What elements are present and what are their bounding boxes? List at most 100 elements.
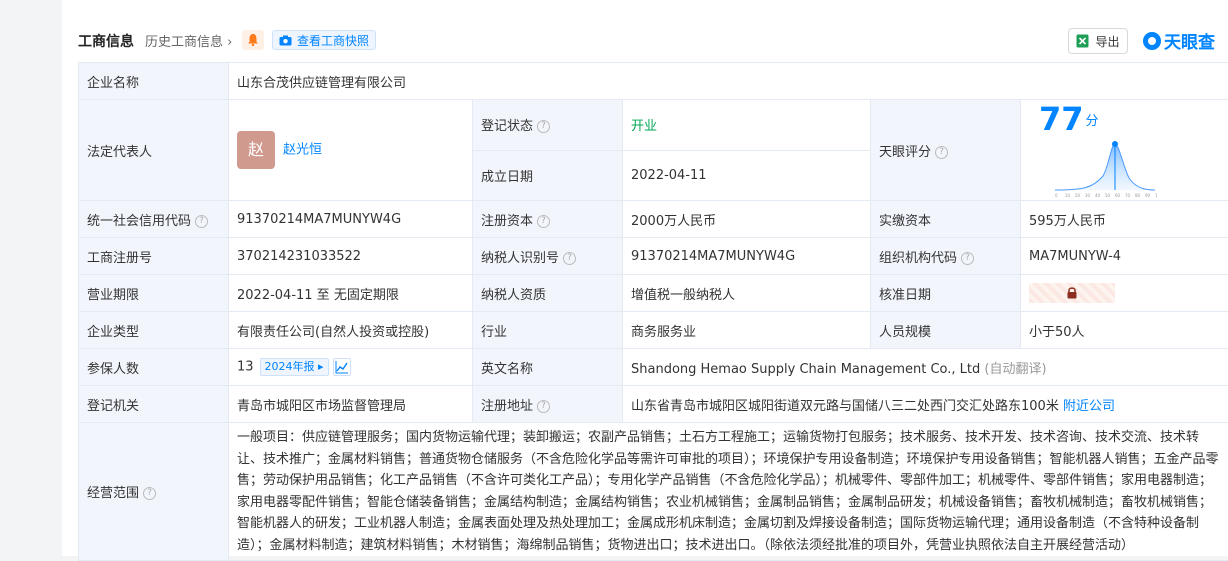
export-label: 导出 — [1095, 33, 1119, 50]
reg-address-cell: 山东省青岛市城阳区城阳街道双元路与国储八三二处西门交汇处路东100米 附近公司 — [623, 386, 1228, 423]
org-code-label: 组织机构代码 — [879, 251, 957, 266]
table-row: 企业名称 山东合茂供应链管理有限公司 — [79, 63, 1228, 100]
help-icon[interactable]: ? — [563, 252, 576, 265]
business-info-table: 企业名称 山东合茂供应链管理有限公司 法定代表人 赵赵光恒 登记状态? 开业 天… — [78, 62, 1228, 561]
approval-date-label: 核准日期 — [871, 275, 1021, 312]
insured-label: 参保人数 — [79, 349, 229, 386]
score-distribution-chart: 0102030405060708090100 — [1053, 138, 1157, 200]
score-axis-tick: 90 — [1145, 193, 1151, 198]
locked-value[interactable] — [1029, 283, 1115, 303]
score-value: 77 — [1039, 100, 1084, 138]
snapshot-button[interactable]: 查看工商快照 — [272, 30, 376, 50]
legal-rep-link[interactable]: 赵光恒 — [283, 143, 322, 158]
insured-cell: 13 2024年报 ▸ — [229, 349, 473, 386]
logo-text: 天眼查 — [1164, 28, 1215, 53]
biz-reg-no-value: 370214231033522 — [229, 238, 473, 275]
score-axis-tick: 20 — [1075, 193, 1081, 198]
taxpayer-id-label: 纳税人识别号 — [481, 251, 559, 266]
annual-report-label: 2024年报 — [265, 360, 315, 373]
export-button[interactable]: 导出 — [1068, 28, 1128, 54]
found-date-value: 2022-04-11 — [623, 150, 871, 201]
score-cell[interactable]: 77分 0102030405060708090100 — [1021, 100, 1228, 201]
english-name-value: Shandong Hemao Supply Chain Management C… — [631, 362, 980, 377]
history-label: 历史工商信息 — [145, 35, 223, 50]
reg-capital-value: 2000万人民币 — [623, 201, 871, 238]
chevron-right-icon: › — [227, 35, 232, 50]
found-date-label: 成立日期 — [473, 150, 623, 201]
table-row: 参保人数 13 2024年报 ▸ 英文名称 Shandong Hemao Supp… — [79, 349, 1228, 386]
section-title: 工商信息 — [78, 31, 134, 51]
credit-code-label-cell: 统一社会信用代码? — [79, 201, 229, 238]
reg-status-label: 登记状态 — [481, 119, 533, 134]
table-row: 营业期限 2022-04-11 至 无固定期限 纳税人资质 增值税一般纳税人 核… — [79, 275, 1228, 312]
industry-label: 行业 — [473, 312, 623, 349]
reg-authority-label: 登记机关 — [79, 386, 229, 423]
english-name-label: 英文名称 — [473, 349, 623, 386]
biz-reg-no-label: 工商注册号 — [79, 238, 229, 275]
caret-right-icon: ▸ — [318, 360, 324, 373]
table-row: 统一社会信用代码? 91370214MA7MUNYW4G 注册资本? 2000万… — [79, 201, 1228, 238]
scope-label-cell: 经营范围? — [79, 423, 229, 561]
score-label-cell: 天眼评分? — [871, 100, 1021, 201]
business-info-card: 工商信息 历史工商信息 › 查看工商快照 导出 天眼查 企业名称 山东合茂供应链… — [62, 0, 1228, 556]
reg-address-value: 山东省青岛市城阳区城阳街道双元路与国储八三二处西门交汇处路东100米 — [631, 399, 1059, 414]
reg-capital-label: 注册资本 — [481, 214, 533, 229]
taxpayer-qual-value: 增值税一般纳税人 — [623, 275, 871, 312]
help-icon[interactable]: ? — [537, 215, 550, 228]
reg-capital-label-cell: 注册资本? — [473, 201, 623, 238]
credit-code-value: 91370214MA7MUNYW4G — [229, 201, 473, 238]
avatar: 赵 — [237, 131, 275, 169]
taxpayer-id-value: 91370214MA7MUNYW4G — [623, 238, 871, 275]
excel-icon — [1076, 34, 1089, 48]
biz-term-label: 营业期限 — [79, 275, 229, 312]
org-code-value: MA7MUNYW-4 — [1021, 238, 1228, 275]
annual-report-badge[interactable]: 2024年报 ▸ — [260, 358, 329, 376]
card-header: 工商信息 历史工商信息 › 查看工商快照 导出 天眼查 — [62, 0, 1228, 62]
help-icon[interactable]: ? — [935, 146, 948, 159]
taxpayer-qual-label: 纳税人资质 — [473, 275, 623, 312]
logo-icon — [1142, 31, 1162, 51]
paid-capital-value: 595万人民币 — [1021, 201, 1228, 238]
paid-capital-label: 实缴资本 — [871, 201, 1021, 238]
score-axis-tick: 80 — [1135, 193, 1141, 198]
snapshot-label: 查看工商快照 — [297, 32, 369, 49]
english-name-cell: Shandong Hemao Supply Chain Management C… — [623, 349, 1228, 386]
reg-address-label-cell: 注册地址? — [473, 386, 623, 423]
insured-value: 13 — [237, 360, 254, 375]
table-row: 企业类型 有限责任公司(自然人投资或控股) 行业 商务服务业 人员规模 小于50… — [79, 312, 1228, 349]
tianyancha-logo: 天眼查 — [1142, 28, 1215, 53]
lock-icon — [1066, 286, 1078, 299]
credit-code-label: 统一社会信用代码 — [87, 214, 191, 229]
legal-rep-cell: 赵赵光恒 — [229, 100, 473, 201]
reg-status-label-cell: 登记状态? — [473, 100, 623, 151]
help-icon[interactable]: ? — [143, 487, 156, 500]
score-axis-tick: 40 — [1095, 193, 1101, 198]
score-axis-tick: 60 — [1115, 193, 1121, 198]
score-axis-tick: 100 — [1155, 193, 1157, 198]
company-type-label: 企业类型 — [79, 312, 229, 349]
help-icon[interactable]: ? — [537, 400, 550, 413]
score-label: 天眼评分 — [879, 145, 931, 160]
help-icon[interactable]: ? — [961, 252, 974, 265]
help-icon[interactable]: ? — [195, 215, 208, 228]
score-axis-tick: 0 — [1055, 193, 1058, 198]
taxpayer-id-label-cell: 纳税人识别号? — [473, 238, 623, 275]
history-link[interactable]: 历史工商信息 › — [145, 31, 232, 50]
company-name-label: 企业名称 — [79, 63, 229, 100]
auto-translate-note: (自动翻译) — [984, 362, 1046, 377]
table-row: 登记机关 青岛市城阳区市场监督管理局 注册地址? 山东省青岛市城阳区城阳街道双元… — [79, 386, 1228, 423]
biz-term-value: 2022-04-11 至 无固定期限 — [229, 275, 473, 312]
score-axis-tick: 70 — [1125, 193, 1131, 198]
scope-value: 一般项目：供应链管理服务；国内货物运输代理；装卸搬运；农副产品销售；土石方工程施… — [229, 423, 1228, 561]
table-row: 法定代表人 赵赵光恒 登记状态? 开业 天眼评分? 77分 0102030405… — [79, 100, 1228, 151]
legal-rep-label: 法定代表人 — [79, 100, 229, 201]
trend-chart-icon[interactable] — [333, 358, 351, 376]
help-icon[interactable]: ? — [537, 120, 550, 133]
nearby-companies-link[interactable]: 附近公司 — [1063, 399, 1115, 414]
org-code-label-cell: 组织机构代码? — [871, 238, 1021, 275]
industry-value: 商务服务业 — [623, 312, 871, 349]
staff-size-label: 人员规模 — [871, 312, 1021, 349]
company-type-value: 有限责任公司(自然人投资或控股) — [229, 312, 473, 349]
scope-label: 经营范围 — [87, 486, 139, 501]
bell-icon[interactable] — [242, 30, 264, 50]
